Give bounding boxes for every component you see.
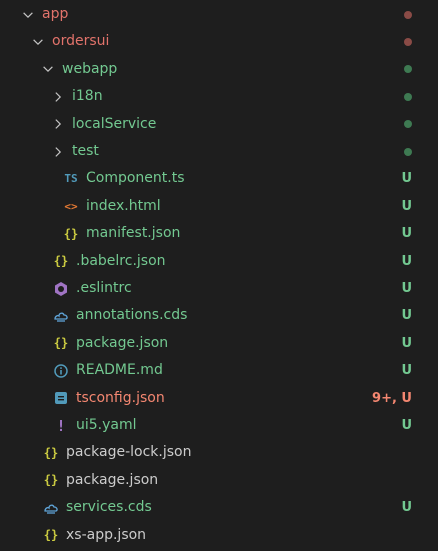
yaml-icon: !	[56, 416, 66, 435]
file-label: .eslintrc	[76, 280, 132, 296]
file-row-services-cds[interactable]: services.cds U	[0, 494, 438, 521]
file-label: package-lock.json	[66, 444, 192, 461]
git-status-badge: U	[401, 253, 412, 269]
folder-row-ordersui[interactable]: ordersui	[0, 28, 438, 55]
chevron-right-icon[interactable]	[50, 116, 66, 132]
git-status-badge: U	[401, 363, 412, 379]
file-row-eslintrc[interactable]: .eslintrc U	[0, 275, 438, 302]
file-label: services.cds	[66, 499, 152, 516]
file-label: index.html	[86, 197, 161, 214]
file-label: tsconfig.json	[76, 389, 165, 406]
folder-label: test	[72, 143, 99, 159]
tsconfig-icon	[52, 389, 70, 407]
chevron-down-icon[interactable]	[40, 61, 56, 77]
info-icon	[52, 362, 70, 380]
git-status-dot	[404, 37, 412, 46]
folder-row-webapp[interactable]: webapp	[0, 56, 438, 83]
folder-row-app[interactable]: app	[0, 1, 438, 28]
json-icon: {}	[43, 473, 59, 488]
file-row-package-lock-json[interactable]: {} package-lock.json	[0, 439, 438, 466]
file-row-xs-app-json[interactable]: {} xs-app.json	[0, 522, 438, 549]
git-status-dot	[404, 147, 412, 156]
folder-label: localService	[72, 115, 157, 132]
folder-label: app	[42, 6, 69, 22]
file-row-readme-md[interactable]: README.md U	[0, 357, 438, 384]
json-icon: {}	[53, 254, 69, 269]
git-status-badge: 9+, U	[372, 390, 412, 406]
git-status-dot	[404, 92, 412, 101]
file-label: Component.ts	[86, 170, 185, 187]
git-status-badge: U	[401, 226, 412, 242]
git-status-badge: U	[401, 198, 412, 214]
file-label: package.json	[76, 334, 169, 351]
git-status-badge: U	[401, 281, 412, 296]
file-row-babelrc-json[interactable]: {} .babelrc.json U	[0, 248, 438, 275]
file-row-index-html[interactable]: <> index.html U	[0, 193, 438, 220]
chevron-right-icon[interactable]	[50, 144, 66, 160]
cds-icon	[52, 307, 70, 325]
typescript-icon: TS	[64, 172, 78, 186]
folder-row-localservice[interactable]: localService	[0, 111, 438, 138]
file-row-package-json[interactable]: {} package.json U	[0, 330, 438, 357]
folder-label: ordersui	[52, 33, 110, 50]
file-label: .babelrc.json	[76, 252, 166, 269]
file-row-annotations-cds[interactable]: annotations.cds U	[0, 302, 438, 329]
git-status-dot	[404, 10, 412, 19]
file-row-manifest-json[interactable]: {} manifest.json U	[0, 220, 438, 247]
file-label: annotations.cds	[76, 307, 188, 324]
file-label: xs-app.json	[66, 526, 147, 543]
git-status-badge: U	[401, 500, 412, 516]
file-row-package-json[interactable]: {} package.json	[0, 467, 438, 494]
git-status-badge: U	[401, 418, 412, 433]
json-icon: {}	[63, 226, 79, 241]
cds-icon	[42, 499, 60, 517]
git-status-badge: U	[401, 308, 412, 324]
file-row-tsconfig-json[interactable]: tsconfig.json 9+, U	[0, 385, 438, 412]
file-label: README.md	[76, 362, 163, 379]
folder-label: webapp	[62, 60, 118, 77]
file-label: ui5.yaml	[76, 417, 137, 433]
html-icon: <>	[64, 199, 78, 213]
json-icon: {}	[43, 528, 59, 543]
folder-row-test[interactable]: test	[0, 138, 438, 165]
git-status-badge: U	[401, 171, 412, 187]
git-status-badge: U	[401, 335, 412, 351]
git-status-dot	[404, 65, 412, 74]
eslint-icon	[52, 280, 70, 298]
json-icon: {}	[43, 445, 59, 460]
folder-label: i18n	[72, 88, 103, 105]
file-row-ui5-yaml[interactable]: ! ui5.yaml U	[0, 412, 438, 439]
file-label: manifest.json	[86, 225, 181, 242]
json-icon: {}	[53, 336, 69, 351]
chevron-down-icon[interactable]	[30, 34, 46, 50]
chevron-right-icon[interactable]	[50, 89, 66, 105]
file-row-component-ts[interactable]: TS Component.ts U	[0, 165, 438, 192]
chevron-down-icon[interactable]	[20, 7, 36, 23]
git-status-dot	[404, 120, 412, 129]
folder-row-i18n[interactable]: i18n	[0, 83, 438, 110]
file-label: package.json	[66, 471, 159, 488]
